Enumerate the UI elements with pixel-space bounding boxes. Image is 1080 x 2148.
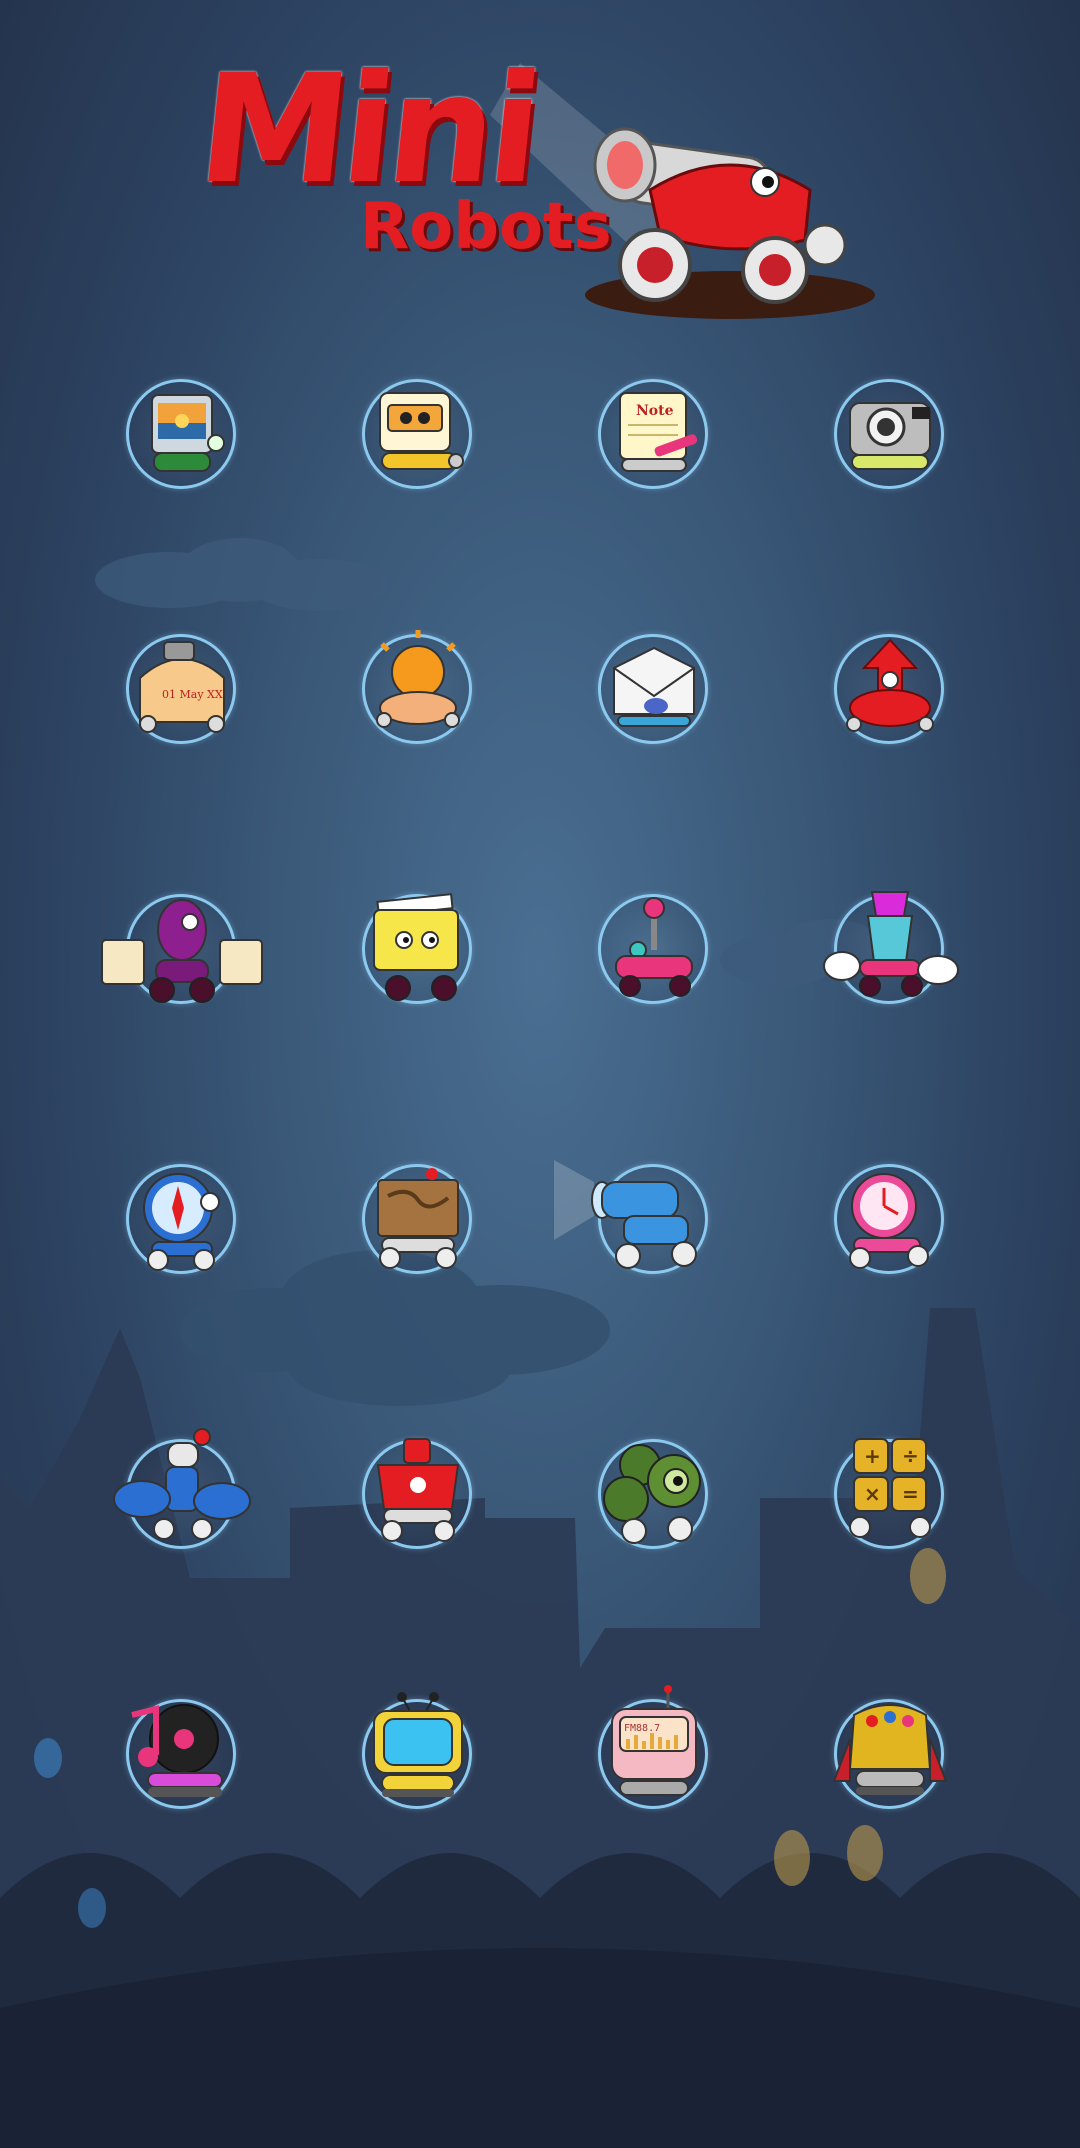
mail-robot-icon xyxy=(613,646,695,727)
radio-robot-icon: FM88.7 xyxy=(611,1685,697,1796)
app-location[interactable] xyxy=(112,1425,252,1565)
app-settings[interactable] xyxy=(584,1425,724,1565)
music-robot-icon xyxy=(131,1704,223,1797)
toolbox-robot-icon xyxy=(832,1704,948,1795)
app-joystick[interactable] xyxy=(584,880,724,1020)
app-compass[interactable] xyxy=(112,1150,252,1290)
flashlight-robot-icon xyxy=(554,1160,697,1269)
location-robot-icon xyxy=(113,1428,251,1540)
gallery-robot-icon xyxy=(151,394,225,472)
app-shopping[interactable] xyxy=(101,880,263,1020)
app-music[interactable] xyxy=(112,1685,252,1825)
calendar-label: 01 May XX xyxy=(162,688,223,701)
app-icon-grid: Note 01 May XX + ÷ × = FM88.7 xyxy=(0,0,1080,2148)
app-upload[interactable] xyxy=(820,620,960,760)
compass-robot-icon xyxy=(143,1173,220,1271)
app-camera[interactable] xyxy=(820,365,960,505)
svg-text:×: × xyxy=(864,1482,881,1506)
app-store[interactable] xyxy=(348,1425,488,1565)
radio-frequency-label: FM88.7 xyxy=(624,1723,660,1734)
video-robot-icon xyxy=(379,392,464,470)
app-clock[interactable] xyxy=(820,1150,960,1290)
settings-robot-icon xyxy=(603,1444,701,1544)
camera-robot-icon xyxy=(849,402,931,470)
app-map[interactable] xyxy=(348,1150,488,1290)
svg-text:+: + xyxy=(864,1444,881,1468)
app-weather[interactable] xyxy=(348,620,488,760)
calendar-robot-icon: 01 May XX xyxy=(139,641,225,733)
clock-robot-icon xyxy=(849,1173,929,1269)
app-files[interactable] xyxy=(348,880,488,1020)
app-tv[interactable] xyxy=(348,1685,488,1825)
upload-robot-icon xyxy=(846,638,934,732)
app-market[interactable] xyxy=(820,880,960,1020)
app-calendar[interactable]: 01 May XX xyxy=(112,620,252,760)
app-flashlight[interactable] xyxy=(554,1150,724,1290)
note-label: Note xyxy=(636,403,674,419)
files-robot-icon xyxy=(373,893,459,1001)
app-gallery[interactable] xyxy=(112,365,252,505)
app-toolbox[interactable] xyxy=(820,1685,960,1825)
store-robot-icon xyxy=(376,1438,460,1542)
tv-robot-icon xyxy=(373,1692,463,1797)
app-note[interactable]: Note xyxy=(584,365,724,505)
app-mail[interactable] xyxy=(584,620,724,760)
calculator-robot-icon: + ÷ × = xyxy=(849,1438,931,1538)
app-calculator[interactable]: + ÷ × = xyxy=(820,1425,960,1565)
shopping-robot-icon xyxy=(101,899,263,1003)
svg-text:=: = xyxy=(902,1482,919,1506)
weather-robot-icon xyxy=(376,630,460,728)
svg-text:÷: ÷ xyxy=(902,1444,919,1468)
note-robot-icon: Note xyxy=(619,392,698,472)
app-video[interactable] xyxy=(348,365,488,505)
map-robot-icon xyxy=(377,1168,459,1269)
app-radio[interactable]: FM88.7 xyxy=(584,1685,724,1825)
joystick-robot-icon xyxy=(615,897,693,997)
market-robot-icon xyxy=(823,891,959,997)
